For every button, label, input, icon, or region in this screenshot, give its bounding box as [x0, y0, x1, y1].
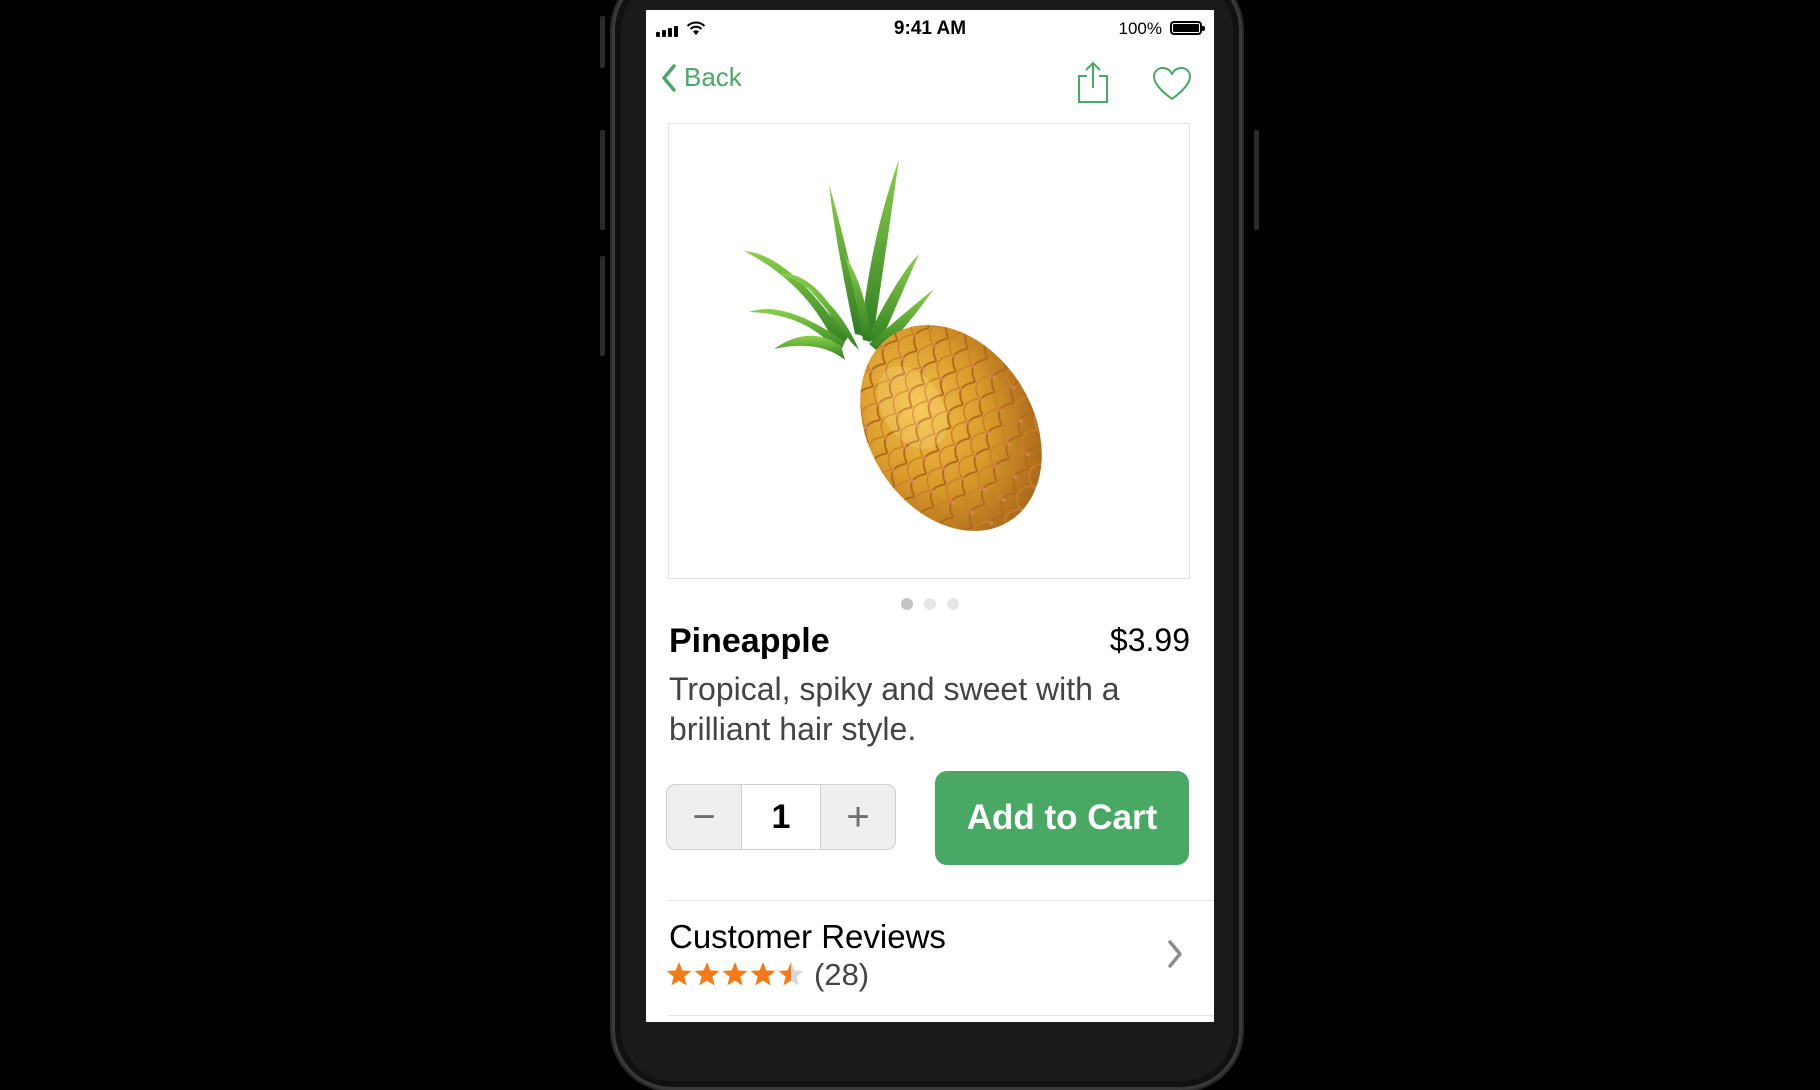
back-label: Back — [684, 62, 742, 92]
quantity-stepper[interactable]: − 1 + — [666, 784, 896, 850]
customer-reviews-row[interactable]: Customer Reviews (28) — [646, 901, 1214, 1015]
chevron-right-icon — [1168, 940, 1182, 968]
star-icon — [694, 962, 720, 986]
star-icon — [750, 962, 776, 986]
quantity-value: 1 — [741, 785, 821, 849]
star-icon — [778, 962, 804, 986]
product-price: $3.99 — [1109, 622, 1190, 658]
product-image-card[interactable] — [668, 123, 1190, 579]
decrement-button[interactable]: − — [667, 785, 741, 849]
product-description: Tropical, spiky and sweet with a brillia… — [669, 671, 1120, 747]
battery-icon — [1170, 21, 1205, 35]
volume-up-button — [600, 130, 605, 230]
chevron-left-icon — [662, 63, 676, 92]
divider — [668, 1015, 1214, 1016]
volume-down-button — [600, 256, 605, 356]
page-indicator[interactable] — [646, 598, 1214, 610]
increment-button[interactable]: + — [821, 785, 895, 849]
page-dot[interactable] — [901, 598, 913, 610]
battery-percentage: 100% — [1118, 19, 1162, 38]
reviews-count: (28) — [814, 957, 870, 992]
status-bar: 9:41 AM 100% — [646, 10, 1214, 48]
heart-icon[interactable] — [1152, 66, 1192, 102]
back-button[interactable]: Back — [660, 62, 742, 93]
star-icon — [666, 962, 692, 986]
phone-screen: 9:41 AM 100% Back Pineapple $3.99 Tropic… — [646, 10, 1214, 1022]
product-name: Pineapple — [669, 622, 830, 660]
add-to-cart-button[interactable]: Add to Cart — [935, 771, 1189, 865]
power-button — [1254, 130, 1259, 230]
page-dot[interactable] — [924, 598, 936, 610]
reviews-title: Customer Reviews — [669, 918, 946, 955]
mute-switch — [600, 16, 605, 68]
star-icon — [722, 962, 748, 986]
share-icon[interactable] — [1076, 60, 1110, 104]
star-rating — [666, 962, 804, 986]
page-dot[interactable] — [947, 598, 959, 610]
pineapple-image — [744, 159, 1042, 531]
